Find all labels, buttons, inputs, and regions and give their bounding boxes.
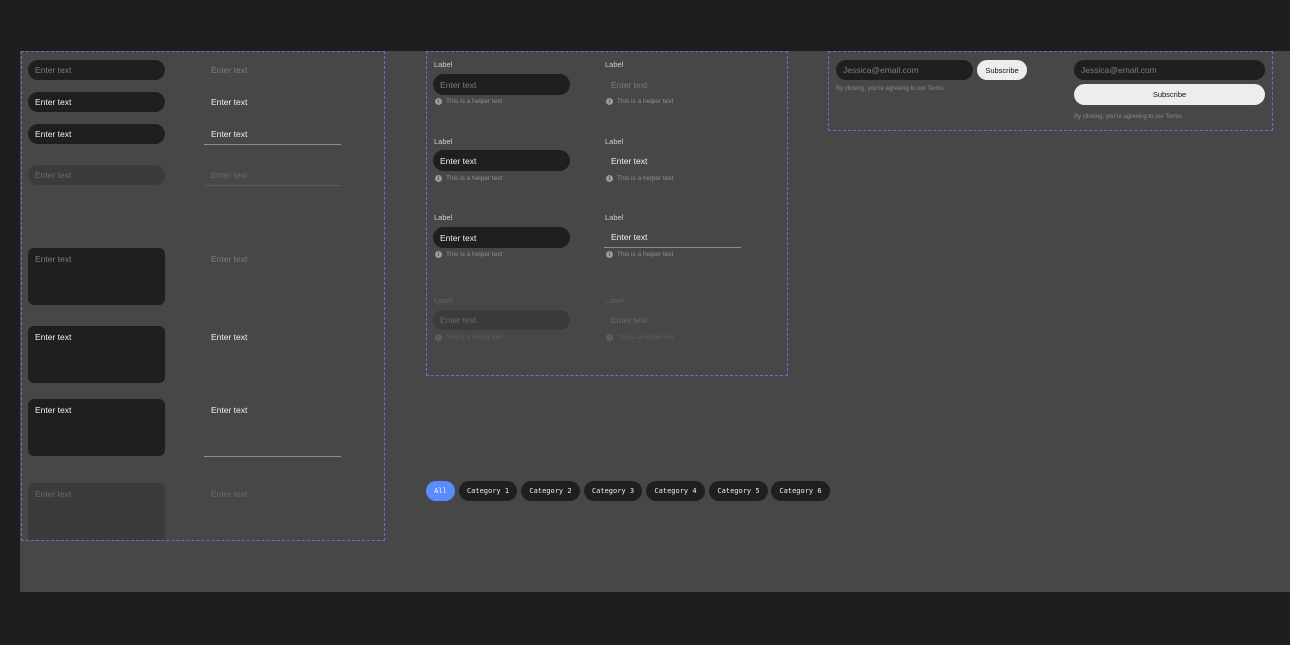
input-text: Enter text xyxy=(440,155,477,166)
pill-input-focused[interactable]: Enter text xyxy=(28,124,165,144)
terms-text: By clicking, you're agreeing to our Term… xyxy=(1074,114,1184,120)
helper-text: i This is a helper text xyxy=(435,175,502,182)
ghost-input-filled[interactable]: Enter text xyxy=(204,92,341,112)
chip-category-2[interactable]: Category 2 xyxy=(521,481,580,501)
input-text: Enter text xyxy=(611,232,648,242)
labeled-pill-input-focused[interactable]: Enter text xyxy=(433,227,570,248)
input-text: Enter text xyxy=(35,65,72,75)
textarea-text: Enter text xyxy=(35,254,72,264)
textarea-placeholder[interactable]: Enter text xyxy=(28,248,165,305)
helper-text: i This is a helper text xyxy=(435,334,502,341)
field-label: Label xyxy=(605,60,624,69)
ghost-input-placeholder[interactable]: Enter text xyxy=(204,60,341,80)
email-field-inline[interactable]: Jessica@email.com xyxy=(836,60,973,80)
info-icon: i xyxy=(435,251,442,258)
field-label: Label xyxy=(434,60,453,69)
helper-text: i This is a helper text xyxy=(606,251,673,258)
textarea-focused[interactable]: Enter text xyxy=(28,399,165,456)
labeled-pill-input-filled[interactable]: Enter text xyxy=(433,150,570,171)
textarea-text: Enter text xyxy=(211,405,248,415)
chip-category-6[interactable]: Category 6 xyxy=(771,481,830,501)
info-icon: i xyxy=(435,334,442,341)
email-placeholder: Jessica@email.com xyxy=(843,65,919,75)
labeled-ghost-input-disabled: Enter text xyxy=(604,310,741,330)
info-icon: i xyxy=(606,251,613,258)
email-placeholder: Jessica@email.com xyxy=(1081,65,1157,75)
labeled-underline-input-focused[interactable]: Enter text xyxy=(604,227,741,248)
labeled-ghost-input-filled[interactable]: Enter text xyxy=(604,150,741,171)
underline-input-disabled: Enter text xyxy=(204,165,341,186)
ghost-textarea-disabled: Enter text xyxy=(204,483,341,540)
textarea-text: Enter text xyxy=(35,332,72,342)
textarea-text: Enter text xyxy=(211,489,248,499)
pill-input-placeholder[interactable]: Enter text xyxy=(28,60,165,80)
labeled-pill-input-disabled: Enter text xyxy=(433,310,570,330)
info-icon: i xyxy=(435,175,442,182)
input-text: Enter text xyxy=(440,315,477,325)
field-label: Label xyxy=(605,137,624,146)
pill-input-filled[interactable]: Enter text xyxy=(28,92,165,112)
pill-input-disabled: Enter text xyxy=(28,165,165,185)
helper-text: i This is a helper text xyxy=(606,334,673,341)
field-label: Label xyxy=(605,213,624,222)
input-text: Enter text xyxy=(211,65,248,75)
helper-text: i This is a helper text xyxy=(606,175,673,182)
field-label: Label xyxy=(434,296,453,305)
input-text: Enter text xyxy=(440,232,477,243)
labeled-ghost-input-placeholder[interactable]: Enter text xyxy=(604,74,741,95)
textarea-text: Enter text xyxy=(211,332,248,342)
input-text: Enter text xyxy=(611,79,648,90)
info-icon: i xyxy=(435,98,442,105)
terms-text: By clicking, you're agreeing to our Term… xyxy=(836,86,946,92)
chip-category-3[interactable]: Category 3 xyxy=(584,481,642,501)
input-text: Enter text xyxy=(211,170,248,180)
textarea-text: Enter text xyxy=(35,405,72,415)
field-label: Label xyxy=(434,213,453,222)
info-icon: i xyxy=(606,98,613,105)
ghost-textarea-placeholder[interactable]: Enter text xyxy=(204,248,341,305)
input-text: Enter text xyxy=(611,155,648,166)
subscribe-button-inline[interactable]: Subscribe xyxy=(977,60,1027,80)
helper-text: i This is a helper text xyxy=(606,98,673,105)
chip-category-5[interactable]: Category 5 xyxy=(709,481,768,501)
textarea-text: Enter text xyxy=(35,489,72,499)
input-text: Enter text xyxy=(35,97,72,107)
chip-all[interactable]: All xyxy=(426,481,455,501)
ghost-textarea-filled[interactable]: Enter text xyxy=(204,326,341,383)
textarea-disabled: Enter text xyxy=(28,483,165,540)
helper-text: i This is a helper text xyxy=(435,251,502,258)
labeled-pill-input-placeholder[interactable]: Enter text xyxy=(433,74,570,95)
chip-category-4[interactable]: Category 4 xyxy=(646,481,705,501)
underline-textarea-focused[interactable]: Enter text xyxy=(204,399,341,457)
info-icon: i xyxy=(606,334,613,341)
input-text: Enter text xyxy=(211,129,248,139)
textarea-filled[interactable]: Enter text xyxy=(28,326,165,383)
underline-input-focused[interactable]: Enter text xyxy=(204,124,341,145)
input-text: Enter text xyxy=(611,315,648,325)
input-text: Enter text xyxy=(440,79,477,90)
info-icon: i xyxy=(606,175,613,182)
input-text: Enter text xyxy=(211,97,248,107)
email-field-stacked[interactable]: Jessica@email.com xyxy=(1074,60,1265,80)
field-label: Label xyxy=(605,296,624,305)
input-text: Enter text xyxy=(35,170,72,180)
field-label: Label xyxy=(434,137,453,146)
textarea-text: Enter text xyxy=(211,254,248,264)
subscribe-button-stacked[interactable]: Subscribe xyxy=(1074,84,1265,105)
chip-category-1[interactable]: Category 1 xyxy=(459,481,517,501)
input-text: Enter text xyxy=(35,129,72,139)
helper-text: i This is a helper text xyxy=(435,98,502,105)
